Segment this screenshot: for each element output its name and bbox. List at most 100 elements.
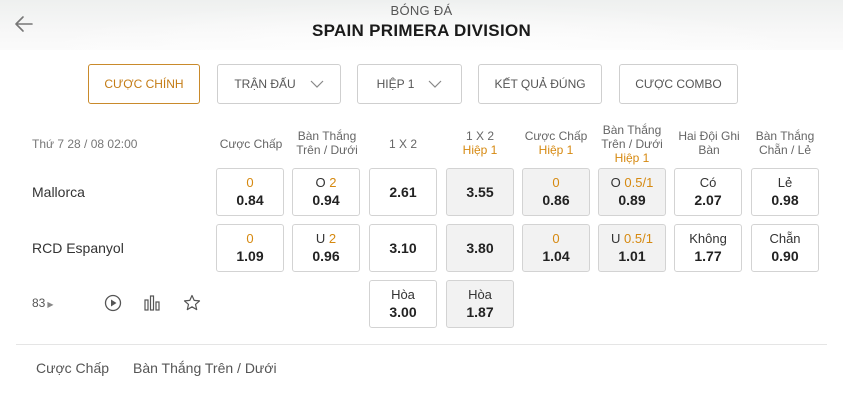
odds-cell-home-handicap-h1[interactable]: 0 0.86	[522, 168, 590, 216]
draw-label: Hòa	[468, 287, 492, 302]
more-markets-count: 83	[32, 296, 46, 310]
odds-cell-away-under[interactable]: U 2 0.96	[292, 224, 360, 272]
col-header-line: Trên / Dưới	[296, 143, 358, 157]
odds-cell-away-handicap[interactable]: 0 1.09	[216, 224, 284, 272]
chevron-down-icon	[428, 80, 442, 88]
handicap-line: 0	[552, 175, 560, 190]
odds-value: 0.98	[771, 192, 799, 208]
chevron-down-icon	[310, 80, 324, 88]
col-header-line: 1 X 2	[465, 129, 495, 143]
col-header-over-under: Bàn Thắng Trên / Dưới	[290, 129, 364, 157]
bottom-tab-over-under[interactable]: Bàn Thắng Trên / Dưới	[133, 360, 277, 376]
ou-line: 2	[329, 175, 337, 190]
odds-cell-home-over-h1[interactable]: O 0.5/1 0.89	[598, 168, 666, 216]
col-header-line: Hiệp 1	[462, 143, 498, 157]
odds-cell-home-over[interactable]: O 2 0.94	[292, 168, 360, 216]
odd-even-label: Lẻ	[777, 175, 793, 190]
odds-cell-home-win[interactable]: 2.61	[369, 168, 437, 216]
tab-first-half[interactable]: HIỆP 1	[357, 64, 462, 104]
stats-icon[interactable]	[142, 293, 162, 313]
odds-value: 2.07	[694, 192, 722, 208]
col-header-line: Bàn Thắng	[297, 129, 357, 143]
odds-cell-draw[interactable]: Hòa 3.00	[369, 280, 437, 328]
odds-value: 0.96	[312, 248, 340, 264]
odds-cell-home-handicap[interactable]: 0 0.84	[216, 168, 284, 216]
col-header-1x2-h1: 1 X 2 Hiệp 1	[446, 129, 514, 157]
tab-label: TRẬN ĐẤU	[234, 77, 296, 91]
odds-value: 0.89	[618, 192, 646, 208]
odds-value: 0.90	[771, 248, 799, 264]
col-header-line: Cược Chấp	[524, 129, 588, 143]
away-team-name: RCD Espanyol	[32, 240, 124, 256]
col-header-line: Bàn	[698, 143, 720, 157]
star-icon[interactable]	[182, 293, 202, 313]
draw-label: Hòa	[391, 287, 415, 302]
odds-cell-away-under-h1[interactable]: U 0.5/1 1.01	[598, 224, 666, 272]
odds-cell-away-win[interactable]: 3.10	[369, 224, 437, 272]
odds-value: 3.00	[389, 304, 417, 320]
col-header-line: Trên / Dưới	[601, 137, 663, 151]
col-header-odd-even: Bàn Thắng Chẵn / Lẻ	[749, 129, 821, 157]
col-header-handicap-h1: Cược Chấp Hiệp 1	[520, 129, 592, 157]
ou-prefix: U	[315, 231, 326, 246]
odds-cell-odd[interactable]: Lẻ 0.98	[751, 168, 819, 216]
ou-line: 0.5/1	[624, 175, 654, 190]
ou-line: 2	[328, 231, 337, 246]
ou-prefix: U	[611, 231, 621, 246]
col-header-line: Hiệp 1	[614, 151, 650, 165]
tab-match[interactable]: TRẬN ĐẤU	[217, 64, 341, 104]
handicap-line: 0	[246, 231, 254, 246]
odds-value: 0.86	[542, 192, 570, 208]
odds-cell-away-handicap-h1[interactable]: 0 1.04	[522, 224, 590, 272]
col-header-line: Bàn Thắng	[602, 123, 662, 137]
tab-correct-score[interactable]: KẾT QUẢ ĐÚNG	[478, 64, 602, 104]
odds-cell-btts-yes[interactable]: Có 2.07	[674, 168, 742, 216]
tab-label: CƯỢC COMBO	[635, 77, 722, 91]
bottom-tab-handicap[interactable]: Cược Chấp	[36, 360, 109, 376]
more-markets-link[interactable]: 83 ▶	[32, 296, 54, 310]
odds-cell-away-win-h1[interactable]: 3.80	[446, 224, 514, 272]
odd-even-label: Chẵn	[769, 231, 801, 246]
col-header-1x2: 1 X 2	[369, 137, 437, 151]
odds-value: 3.80	[466, 240, 494, 256]
handicap-line: 0	[246, 175, 254, 190]
odds-cell-draw-h1[interactable]: Hòa 1.87	[446, 280, 514, 328]
col-header-btts: Hai Đội Ghi Bàn	[672, 129, 746, 157]
odds-cell-btts-no[interactable]: Không 1.77	[674, 224, 742, 272]
tab-label: CƯỢC CHÍNH	[104, 77, 184, 91]
ou-prefix: O	[315, 175, 326, 190]
sport-label: BÓNG ĐÁ	[390, 3, 453, 18]
handicap-line: 0	[552, 231, 560, 246]
odds-cell-home-win-h1[interactable]: 3.55	[446, 168, 514, 216]
tab-combo[interactable]: CƯỢC COMBO	[619, 64, 738, 104]
odds-cell-even[interactable]: Chẵn 0.90	[751, 224, 819, 272]
match-datetime: Thứ 7 28 / 08 02:00	[32, 137, 138, 151]
col-header-line: 1 X 2	[388, 137, 418, 151]
ou-prefix: O	[610, 175, 621, 190]
home-team-name: Mallorca	[32, 184, 85, 200]
odds-value: 0.94	[312, 192, 340, 208]
col-header-line: Bàn Thắng	[755, 129, 815, 143]
divider	[16, 344, 827, 345]
col-header-line: Cược Chấp	[219, 137, 283, 151]
ou-line: 0.5/1	[624, 231, 653, 246]
col-header-line: Chẵn / Lẻ	[758, 143, 812, 157]
btts-label: Không	[689, 231, 727, 246]
play-icon[interactable]	[103, 293, 123, 313]
odds-value: 3.55	[466, 184, 494, 200]
odds-value: 1.01	[618, 248, 646, 264]
col-header-line: Hai Đội Ghi	[678, 129, 740, 143]
odds-value: 0.84	[236, 192, 264, 208]
odds-value: 1.77	[694, 248, 722, 264]
odds-value: 1.09	[236, 248, 264, 264]
col-header-over-under-h1: Bàn Thắng Trên / Dưới Hiệp 1	[596, 123, 668, 165]
tab-label: HIỆP 1	[376, 77, 415, 91]
caret-right-icon: ▶	[47, 300, 54, 309]
odds-value: 2.61	[389, 184, 417, 200]
col-header-handicap: Cược Chấp	[216, 137, 286, 151]
tab-label: KẾT QUẢ ĐÚNG	[494, 77, 586, 91]
btts-label: Có	[699, 175, 717, 190]
odds-value: 3.10	[389, 240, 417, 256]
header: BÓNG ĐÁ SPAIN PRIMERA DIVISION	[0, 0, 843, 50]
tab-main-bets[interactable]: CƯỢC CHÍNH	[88, 64, 200, 104]
